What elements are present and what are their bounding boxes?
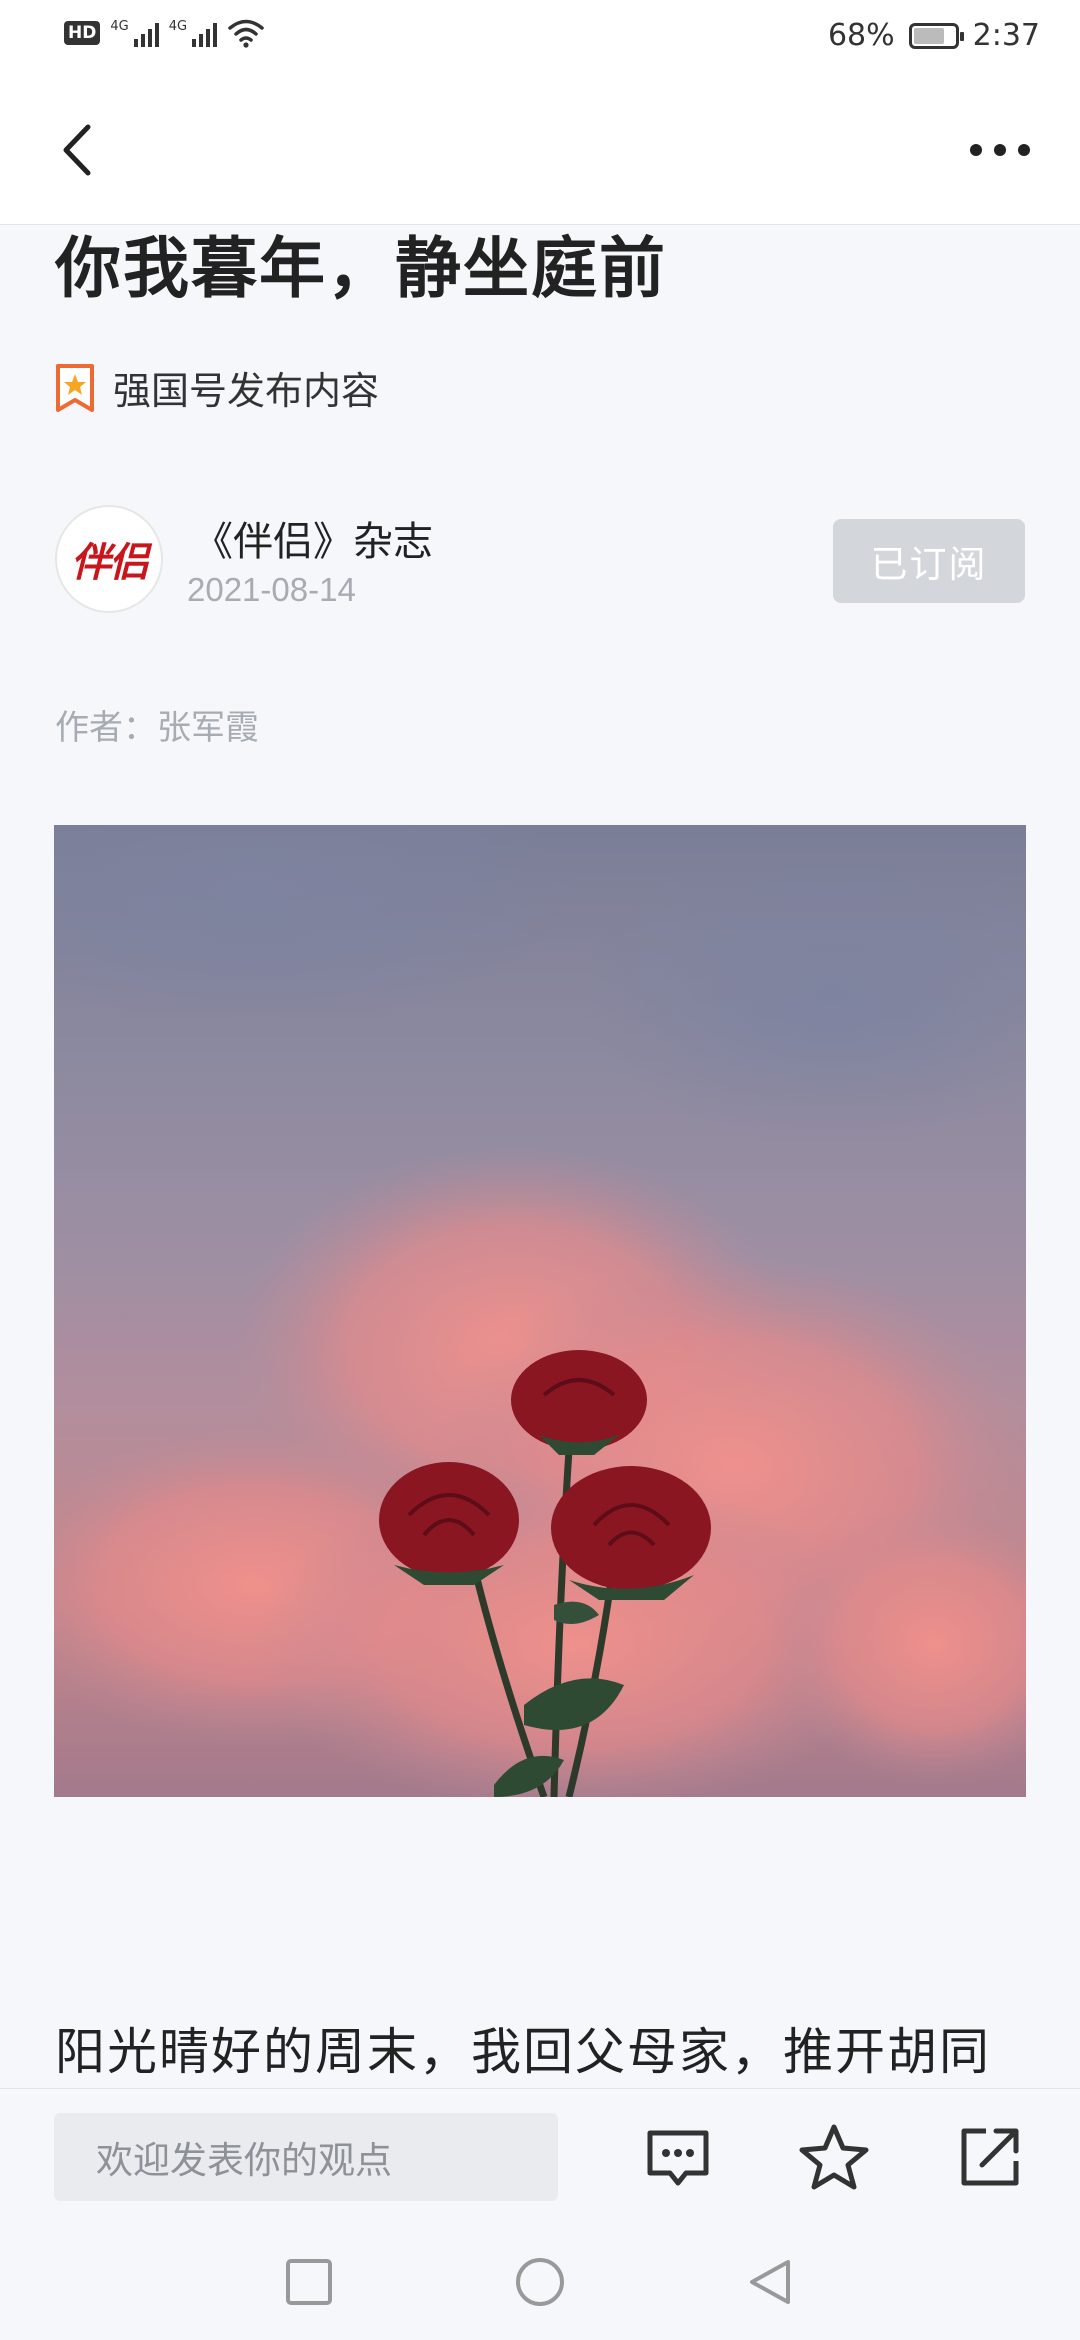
- roses-clouds-illustration: [54, 825, 1026, 1797]
- publisher-name[interactable]: 《伴侣》杂志: [193, 509, 433, 567]
- star-icon[interactable]: [796, 2119, 872, 2195]
- system-nav-bar: [0, 2220, 1080, 2340]
- battery-fill: [913, 27, 944, 44]
- status-bar: HD 4G 4G 68% 2:37: [0, 0, 1080, 75]
- share-icon[interactable]: [952, 2119, 1028, 2195]
- back-triangle-icon[interactable]: [744, 2256, 796, 2308]
- top-nav-bar: [0, 75, 1080, 225]
- avatar-text: 伴侣: [71, 539, 149, 586]
- article-image[interactable]: [54, 825, 1026, 1797]
- publish-date: 2021-08-14: [187, 571, 356, 608]
- more-dot: [1018, 144, 1030, 156]
- recents-square-icon[interactable]: [283, 2256, 335, 2308]
- signal-icon: 4G: [110, 19, 159, 47]
- source-label: 强国号发布内容: [113, 369, 380, 413]
- network-type-2: 4G: [168, 19, 188, 34]
- status-left: HD 4G 4G: [64, 18, 265, 48]
- battery-icon: [908, 22, 964, 49]
- wifi-icon: [228, 19, 264, 48]
- clock: 2:37: [972, 18, 1040, 53]
- bookmark-star-icon: [56, 363, 94, 412]
- network-type-1: 4G: [110, 19, 129, 34]
- author-byline: 作者：张军霞: [55, 708, 259, 748]
- battery-percent: 68%: [827, 18, 895, 53]
- article-title: 你我暮年，静坐庭前: [55, 229, 667, 307]
- signal-icon-2: 4G: [168, 19, 218, 47]
- more-dots-icon: [970, 144, 982, 156]
- back-button[interactable]: [50, 115, 120, 185]
- subscribed-button[interactable]: 已订阅: [833, 519, 1025, 603]
- publisher-avatar[interactable]: 伴侣: [55, 505, 163, 613]
- more-dot: [994, 144, 1006, 156]
- comment-icon[interactable]: [640, 2119, 716, 2195]
- source-tag: 强国号发布内容: [55, 360, 379, 415]
- status-right: 68% 2:37: [828, 18, 1040, 53]
- publisher-row: 伴侣 《伴侣》杂志 2021-08-14 已订阅: [55, 505, 1025, 615]
- more-options-button[interactable]: [960, 115, 1040, 185]
- article-paragraph: 阳光晴好的周末，我回父母家，推开胡同: [55, 2023, 991, 2081]
- hd-badge: HD: [64, 21, 101, 45]
- comment-input[interactable]: 欢迎发表你的观点: [54, 2113, 558, 2201]
- bottom-action-bar: 欢迎发表你的观点: [0, 2088, 1080, 2220]
- home-circle-icon[interactable]: [514, 2256, 566, 2308]
- chevron-left-icon: [63, 124, 91, 176]
